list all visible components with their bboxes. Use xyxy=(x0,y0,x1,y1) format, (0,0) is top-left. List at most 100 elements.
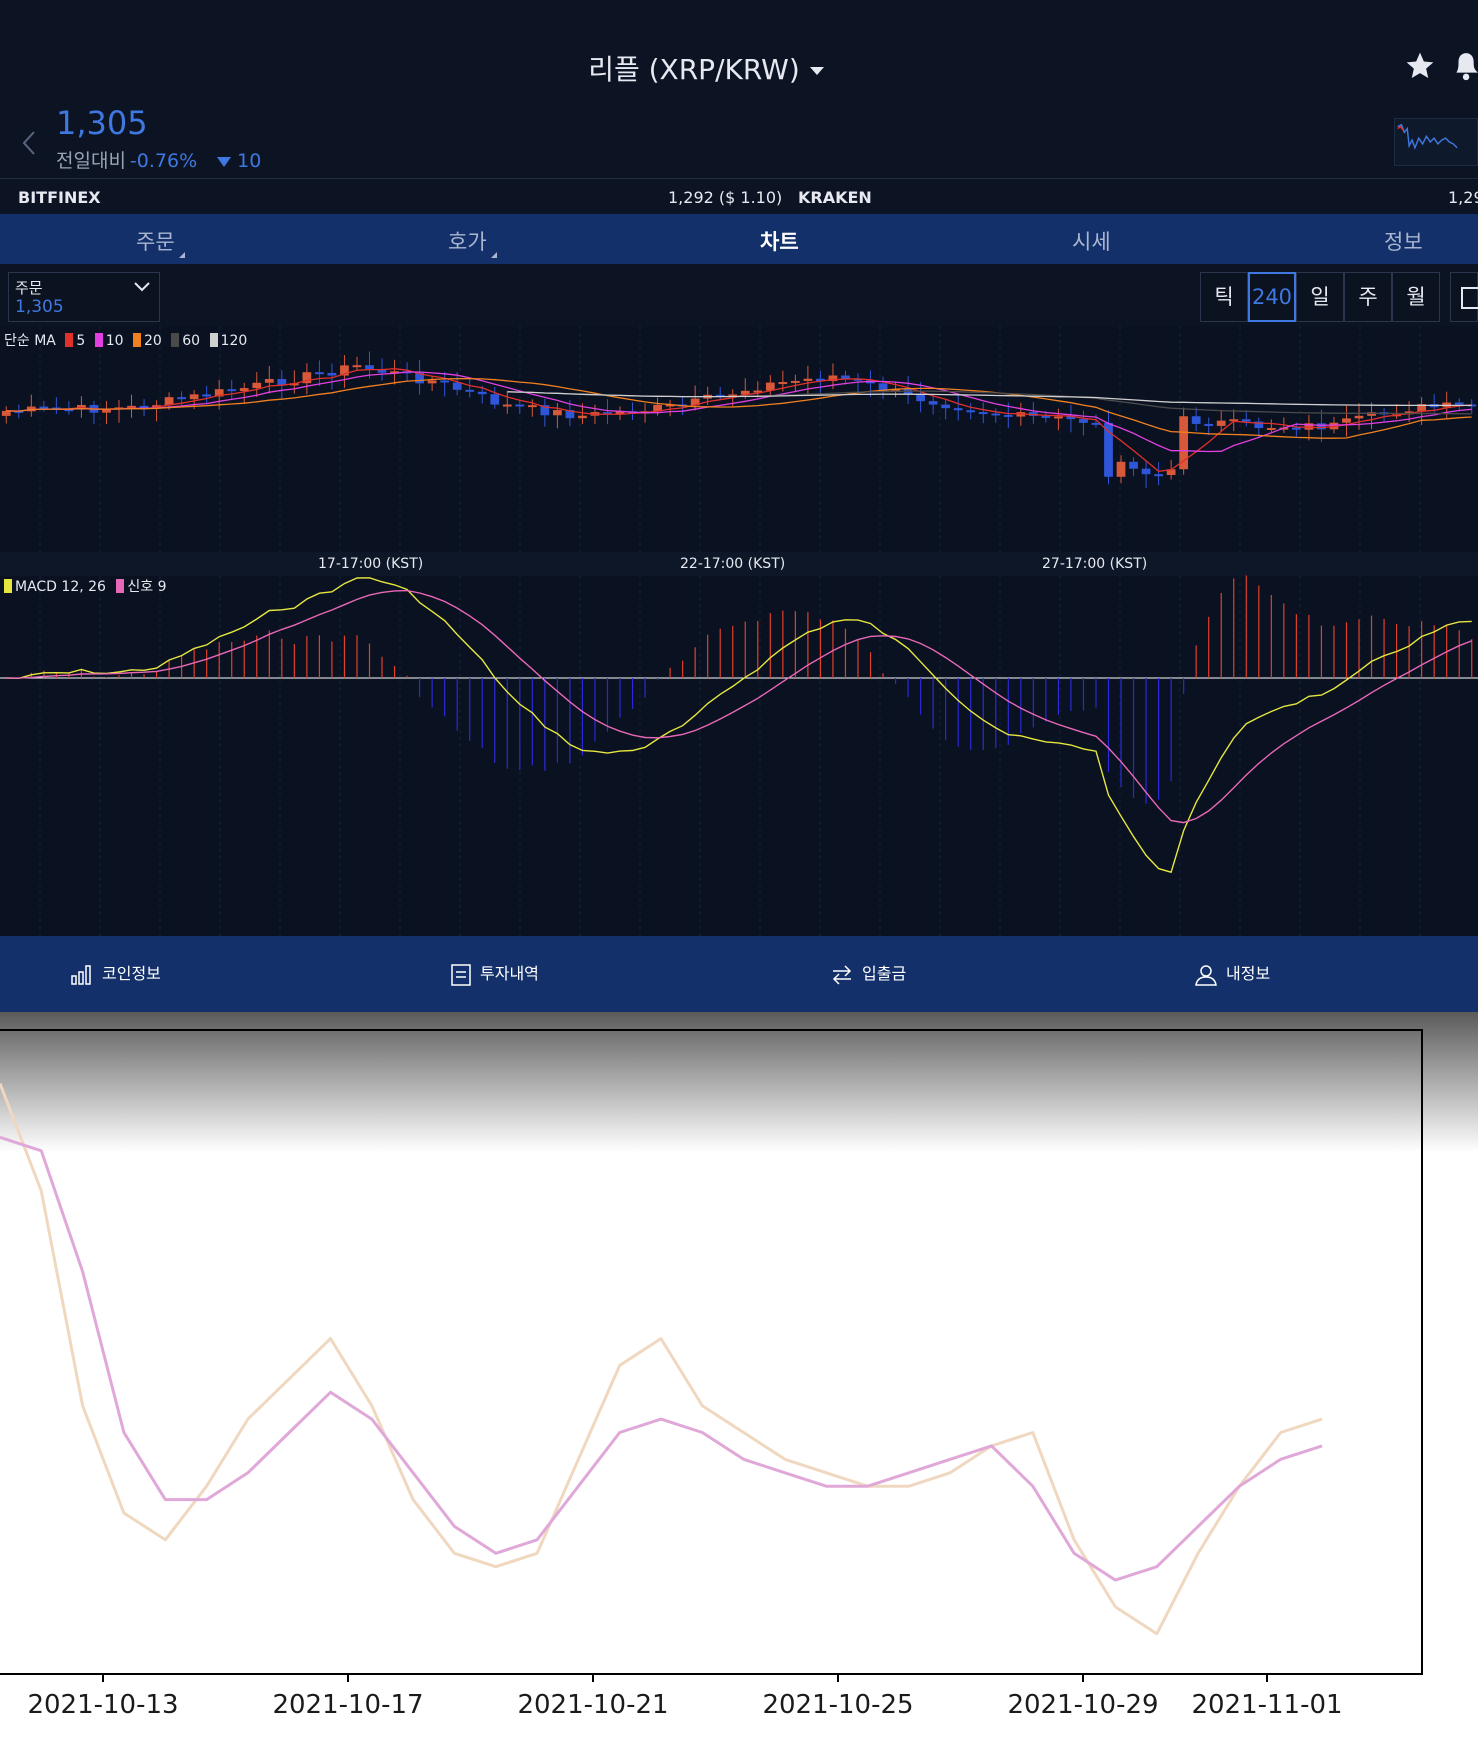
candle-body xyxy=(991,413,1001,416)
x-tick-label: 2021-11-01 xyxy=(1191,1690,1343,1720)
tab-market[interactable]: 시세 xyxy=(1072,226,1111,256)
ma60-swatch xyxy=(171,333,180,347)
candle-body xyxy=(264,379,274,383)
candle-body xyxy=(177,397,187,400)
bell-icon[interactable] xyxy=(1452,48,1478,82)
candle-body xyxy=(1354,415,1364,419)
macd-legend: MACD 12, 26 신호 9 xyxy=(4,576,167,596)
candle-body xyxy=(427,380,437,384)
pair-selector[interactable]: 리플 (XRP/KRW) xyxy=(0,48,1412,88)
candle-body xyxy=(477,391,487,395)
candle-body xyxy=(1003,414,1013,417)
main-tabs: 주문 호가 차트 시세 정보 xyxy=(0,214,1478,264)
candle-body xyxy=(1216,420,1226,426)
candle-body xyxy=(202,394,212,397)
ma5-label: 5 xyxy=(76,333,86,349)
signal-swatch xyxy=(116,579,125,593)
back-chevron-icon[interactable] xyxy=(20,128,38,158)
candle-body xyxy=(1454,402,1464,405)
candle-body xyxy=(803,378,813,381)
candle-body xyxy=(966,410,976,413)
change-amount: 10 xyxy=(237,150,262,172)
macd-line-chart xyxy=(0,1029,1423,1682)
tab-info[interactable]: 정보 xyxy=(1384,226,1423,256)
candle-body xyxy=(1204,423,1214,426)
tab-orderbook[interactable]: 호가 xyxy=(448,226,497,258)
nav-investments[interactable]: 투자내역 xyxy=(450,960,539,987)
candle-body xyxy=(1041,415,1051,418)
tab-order[interactable]: 주문 xyxy=(136,226,185,258)
candle-body xyxy=(941,404,951,409)
mini-sparkline[interactable] xyxy=(1394,118,1478,166)
candle-body xyxy=(352,365,362,368)
time-label-3: 27-17:00 (KST) xyxy=(1042,556,1148,572)
candle-body xyxy=(1191,416,1201,424)
ma20-label: 20 xyxy=(143,333,162,349)
x-tick-label: 2021-10-17 xyxy=(272,1690,424,1720)
candle-body xyxy=(765,382,775,391)
current-price: 1,305 xyxy=(56,104,148,142)
candle-body xyxy=(490,394,500,405)
candle-body xyxy=(1154,474,1163,477)
interval-day[interactable]: 일 xyxy=(1296,272,1344,322)
document-icon xyxy=(451,963,471,986)
exchange-name-right: KRAKEN xyxy=(798,188,872,207)
candle-body xyxy=(515,404,525,407)
candle-body xyxy=(365,365,374,370)
candle-body xyxy=(527,405,537,408)
star-icon[interactable] xyxy=(1404,50,1436,82)
candle-body xyxy=(1116,461,1126,477)
nav-deposit-withdraw-label: 입출금 xyxy=(862,964,907,983)
trading-app: 리플 (XRP/KRW) 1,305 전일대비 -0.76% 10 BITFINEX… xyxy=(0,0,1478,1012)
user-icon xyxy=(1195,964,1217,986)
exchange-name-left: BITFINEX xyxy=(18,188,101,207)
page-title: 리플 (XRP/KRW) xyxy=(588,53,800,86)
order-dropdown-value: 1,305 xyxy=(15,297,64,317)
candle-body xyxy=(953,408,963,411)
order-dropdown[interactable]: 주문 1,305 xyxy=(8,272,160,322)
nav-coin-info[interactable]: 코인정보 xyxy=(70,960,161,986)
nav-my-info[interactable]: 내정보 xyxy=(1194,960,1270,987)
candle-body xyxy=(1266,427,1276,430)
candle-body xyxy=(978,412,988,415)
nav-deposit-withdraw[interactable]: 입출금 xyxy=(830,960,906,986)
ma-legend: 단순 MA 5 10 20 60 120 xyxy=(4,330,247,350)
interval-month[interactable]: 월 xyxy=(1392,272,1440,322)
macd-panel-bg xyxy=(0,576,1478,936)
candle-body xyxy=(552,410,562,416)
ma60-label: 60 xyxy=(182,333,201,349)
candle-body xyxy=(1129,461,1138,469)
x-tick-label: 2021-10-13 xyxy=(27,1690,179,1720)
fullscreen-button[interactable] xyxy=(1450,272,1478,322)
tab-chart[interactable]: 차트 xyxy=(760,226,799,256)
order-dropdown-label: 주문 xyxy=(15,279,43,297)
x-tick-label: 2021-10-25 xyxy=(762,1690,914,1720)
ma120-swatch xyxy=(209,333,218,347)
candle-body xyxy=(465,389,475,392)
series-line-0 xyxy=(0,1083,1323,1636)
candle-body xyxy=(1291,427,1301,430)
transfer-icon xyxy=(832,964,852,985)
ma10-label: 10 xyxy=(105,333,124,349)
macd-swatch xyxy=(4,579,12,593)
chevron-down-icon xyxy=(134,282,150,292)
candle-body xyxy=(239,388,249,392)
candle-body xyxy=(452,382,462,390)
candle-body xyxy=(778,382,788,385)
ma10-swatch xyxy=(94,333,103,347)
candle-body xyxy=(790,380,800,383)
candle-body xyxy=(39,406,49,409)
interval-tick[interactable]: 틱 xyxy=(1200,272,1248,322)
price-chart-area[interactable] xyxy=(0,326,1478,936)
series-line-1 xyxy=(0,1135,1323,1582)
macd-label: MACD 12, 26 xyxy=(15,579,106,595)
exchange-compare-bar: BITFINEX 1,292 ($ 1.10) KRAKEN 1,29 xyxy=(0,178,1478,214)
candle-body xyxy=(1141,468,1151,475)
interval-240[interactable]: 240 xyxy=(1248,272,1296,322)
exchange-price-left: 1,292 ($ 1.10) xyxy=(668,188,783,207)
interval-week[interactable]: 주 xyxy=(1344,272,1392,322)
candle-body xyxy=(327,372,337,376)
ma-legend-title: 단순 MA xyxy=(4,333,56,349)
candle-body xyxy=(1241,419,1251,422)
candle-body xyxy=(928,401,938,405)
